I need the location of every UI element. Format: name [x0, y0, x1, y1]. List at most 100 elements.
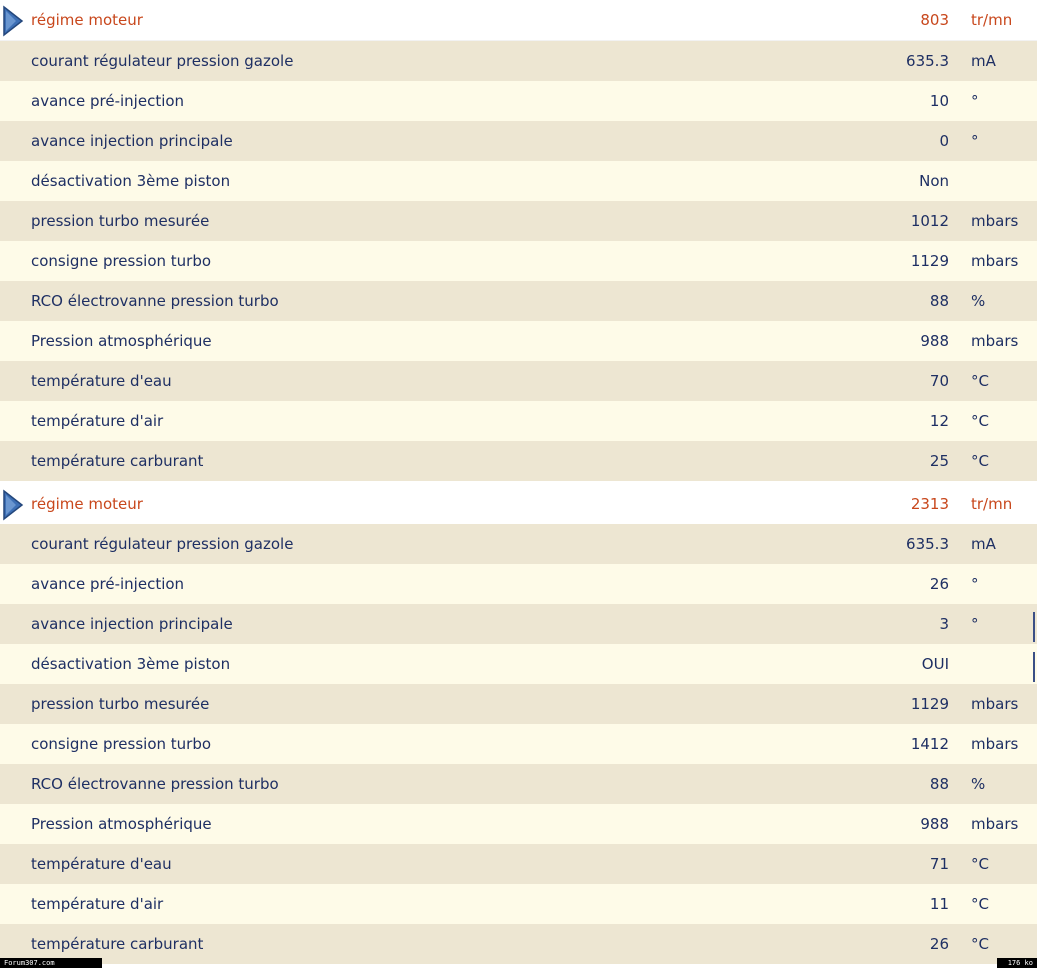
- parameter-unit: mbars: [971, 735, 1019, 753]
- parameter-label: Pression atmosphérique: [31, 332, 212, 350]
- parameter-row: température d'air 12 °C: [0, 401, 1037, 441]
- parameter-row: température carburant 26 °C: [0, 924, 1037, 964]
- parameter-row: pression turbo mesurée 1129 mbars: [0, 684, 1037, 724]
- header-label: régime moteur: [31, 11, 143, 29]
- parameter-label: pression turbo mesurée: [31, 695, 210, 713]
- parameter-value: 71: [929, 855, 949, 873]
- parameter-row: pression turbo mesurée 1012 mbars: [0, 201, 1037, 241]
- parameter-label: avance pré-injection: [31, 92, 185, 110]
- parameter-unit: %: [971, 775, 986, 793]
- parameter-value: 11: [929, 895, 949, 913]
- triangle-right-icon: [3, 489, 24, 521]
- parameter-value: 3: [939, 615, 949, 633]
- parameter-value: 1129: [910, 252, 949, 270]
- footer-file-size: 176 ko: [997, 958, 1037, 968]
- parameter-unit: mA: [971, 535, 996, 553]
- parameter-panel-1: régime moteur 803 tr/mn courant régulate…: [0, 0, 1037, 481]
- parameter-row: avance injection principale 0 °: [0, 121, 1037, 161]
- parameter-label: température d'air: [31, 895, 164, 913]
- parameter-row: température carburant 25 °C: [0, 441, 1037, 481]
- parameter-value: 1129: [910, 695, 949, 713]
- parameter-row: Pression atmosphérique 988 mbars: [0, 804, 1037, 844]
- parameter-unit: °C: [971, 935, 989, 953]
- parameter-row: courant régulateur pression gazole 635.3…: [0, 524, 1037, 564]
- parameter-row: courant régulateur pression gazole 635.3…: [0, 41, 1037, 81]
- parameter-label: RCO électrovanne pression turbo: [31, 775, 279, 793]
- parameter-value: 25: [929, 452, 949, 470]
- parameter-row: RCO électrovanne pression turbo 88 %: [0, 764, 1037, 804]
- parameter-row: avance pré-injection 26 °: [0, 564, 1037, 604]
- parameter-label: température d'eau: [31, 372, 172, 390]
- parameter-value: 635.3: [906, 535, 949, 553]
- parameter-row: consigne pression turbo 1129 mbars: [0, 241, 1037, 281]
- parameter-row: température d'air 11 °C: [0, 884, 1037, 924]
- parameter-label: courant régulateur pression gazole: [31, 52, 294, 70]
- parameter-row: avance injection principale 3 °: [0, 604, 1037, 644]
- parameter-unit: °C: [971, 895, 989, 913]
- parameter-row: désactivation 3ème piston OUI: [0, 644, 1037, 684]
- parameter-value: 88: [929, 292, 949, 310]
- parameter-label: avance pré-injection: [31, 575, 185, 593]
- parameter-row: température d'eau 71 °C: [0, 844, 1037, 884]
- parameter-label: consigne pression turbo: [31, 735, 212, 753]
- parameter-label: désactivation 3ème piston: [31, 655, 231, 673]
- parameter-unit: °: [971, 92, 979, 110]
- parameter-value: 635.3: [906, 52, 949, 70]
- parameter-value: Non: [919, 172, 949, 190]
- panel-header[interactable]: régime moteur 2313 tr/mn: [0, 484, 1037, 524]
- parameter-unit: mbars: [971, 332, 1019, 350]
- parameter-unit: mA: [971, 52, 996, 70]
- parameter-row: Pression atmosphérique 988 mbars: [0, 321, 1037, 361]
- parameter-row: température d'eau 70 °C: [0, 361, 1037, 401]
- header-unit: tr/mn: [971, 495, 1013, 513]
- parameter-unit: mbars: [971, 695, 1019, 713]
- parameter-row: avance pré-injection 10 °: [0, 81, 1037, 121]
- parameter-unit: °C: [971, 372, 989, 390]
- parameter-value: 988: [920, 332, 949, 350]
- footer-watermark: Forum307.com: [0, 958, 102, 968]
- parameter-label: RCO électrovanne pression turbo: [31, 292, 279, 310]
- parameter-row: RCO électrovanne pression turbo 88 %: [0, 281, 1037, 321]
- parameter-unit: °: [971, 575, 979, 593]
- parameter-label: température d'air: [31, 412, 164, 430]
- parameter-row: désactivation 3ème piston Non: [0, 161, 1037, 201]
- parameter-label: température d'eau: [31, 855, 172, 873]
- parameter-value: OUI: [921, 655, 949, 673]
- parameter-value: 1012: [910, 212, 949, 230]
- parameter-row: consigne pression turbo 1412 mbars: [0, 724, 1037, 764]
- header-value: 803: [920, 11, 949, 29]
- right-edge-divider: [1033, 612, 1035, 642]
- parameter-unit: mbars: [971, 212, 1019, 230]
- parameter-value: 26: [929, 935, 949, 953]
- header-unit: tr/mn: [971, 11, 1013, 29]
- triangle-right-icon: [3, 5, 24, 37]
- parameter-label: température carburant: [31, 452, 204, 470]
- parameter-label: courant régulateur pression gazole: [31, 535, 294, 553]
- parameter-label: avance injection principale: [31, 615, 233, 633]
- panel-header[interactable]: régime moteur 803 tr/mn: [0, 0, 1037, 41]
- parameter-value: 0: [939, 132, 949, 150]
- parameter-unit: °: [971, 615, 979, 633]
- parameter-value: 988: [920, 815, 949, 833]
- parameter-value: 10: [929, 92, 949, 110]
- header-label: régime moteur: [31, 495, 143, 513]
- parameter-label: désactivation 3ème piston: [31, 172, 231, 190]
- parameter-unit: °: [971, 132, 979, 150]
- parameter-unit: °C: [971, 452, 989, 470]
- parameter-value: 12: [929, 412, 949, 430]
- parameter-panel-2: régime moteur 2313 tr/mn courant régulat…: [0, 484, 1037, 964]
- parameter-unit: mbars: [971, 815, 1019, 833]
- parameter-value: 26: [929, 575, 949, 593]
- parameter-unit: °C: [971, 855, 989, 873]
- parameter-value: 1412: [910, 735, 949, 753]
- parameter-value: 70: [929, 372, 949, 390]
- parameter-unit: mbars: [971, 252, 1019, 270]
- parameter-label: Pression atmosphérique: [31, 815, 212, 833]
- right-edge-divider: [1033, 652, 1035, 682]
- parameter-value: 88: [929, 775, 949, 793]
- parameter-unit: °C: [971, 412, 989, 430]
- parameter-label: pression turbo mesurée: [31, 212, 210, 230]
- parameter-label: consigne pression turbo: [31, 252, 212, 270]
- parameter-label: avance injection principale: [31, 132, 233, 150]
- parameter-unit: %: [971, 292, 986, 310]
